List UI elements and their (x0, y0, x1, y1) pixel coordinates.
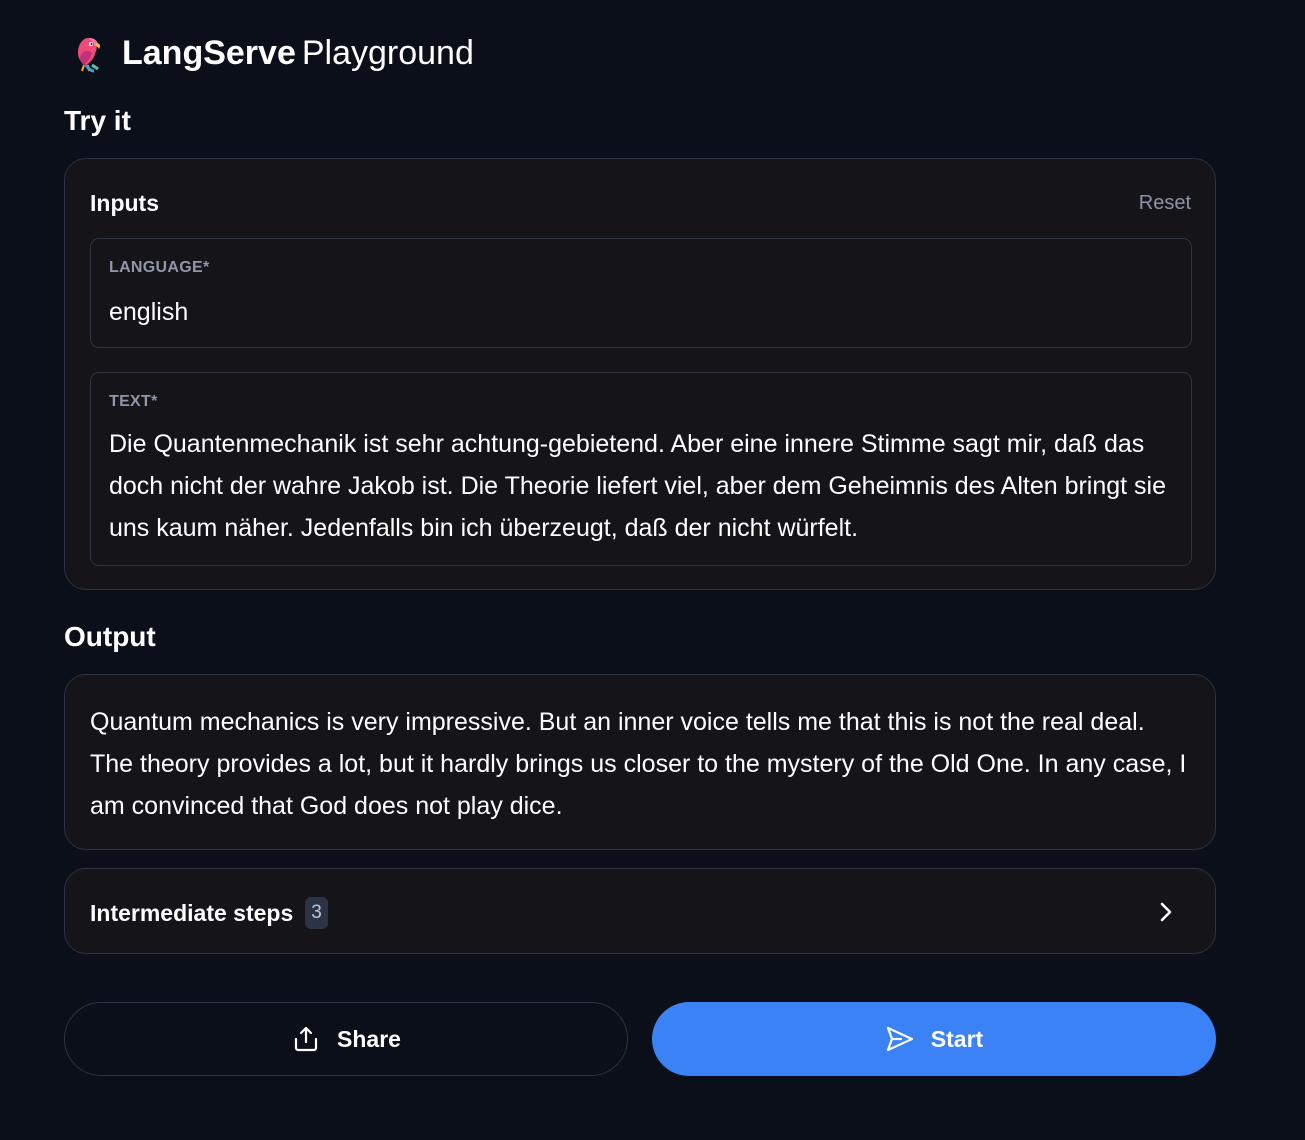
app-title: LangServe Playground (122, 28, 474, 78)
app-title-subtitle: Playground (301, 34, 474, 72)
playground-page: LangServe Playground Try it Inputs Reset … (0, 0, 1305, 1140)
parrot-icon (68, 31, 112, 75)
intermediate-steps-label: Intermediate steps 3 (90, 897, 328, 929)
intermediate-steps-toggle[interactable]: Intermediate steps 3 (64, 868, 1216, 954)
output-text: Quantum mechanics is very impressive. Bu… (90, 708, 1187, 820)
intermediate-steps-count-badge: 3 (305, 897, 328, 929)
text-input[interactable]: Die Quantenmechanik ist sehr achtung-geb… (109, 423, 1175, 549)
send-icon (885, 1024, 915, 1054)
app-header: LangServe Playground (64, 28, 474, 78)
inputs-card: Inputs Reset LANGUAGE* english TEXT* Die… (64, 158, 1216, 590)
start-button-label: Start (930, 1025, 984, 1052)
language-field[interactable]: LANGUAGE* english (90, 238, 1192, 348)
chevron-right-icon[interactable] (1151, 897, 1181, 927)
share-button[interactable]: Share (64, 1002, 628, 1076)
share-upload-icon (291, 1024, 321, 1054)
inputs-title: Inputs (90, 190, 159, 216)
text-field-label: TEXT* (109, 393, 158, 410)
start-button[interactable]: Start (652, 1002, 1216, 1076)
language-input[interactable]: english (109, 291, 1175, 333)
app-title-brand: LangServe (122, 34, 296, 72)
text-field[interactable]: TEXT* Die Quantenmechanik ist sehr achtu… (90, 372, 1192, 566)
share-button-label: Share (337, 1025, 401, 1052)
output-heading: Output (64, 621, 156, 652)
reset-button[interactable]: Reset (1139, 187, 1191, 219)
language-field-label: LANGUAGE* (109, 259, 210, 276)
try-it-heading: Try it (64, 105, 131, 136)
output-card: Quantum mechanics is very impressive. Bu… (64, 674, 1216, 850)
intermediate-steps-text: Intermediate steps (90, 900, 294, 926)
